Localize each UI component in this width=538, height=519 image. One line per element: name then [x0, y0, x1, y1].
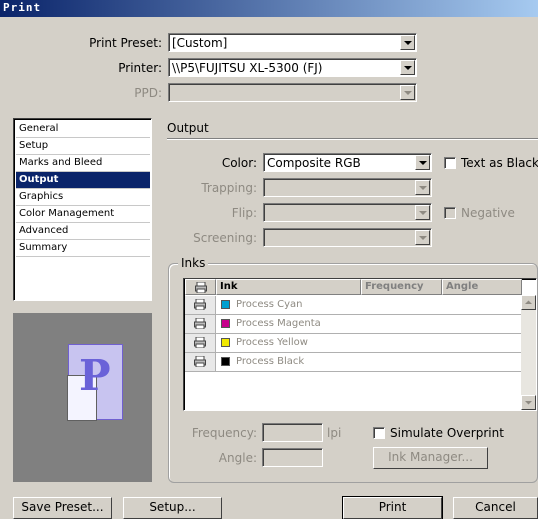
ink-row-cyan[interactable]: Process Cyan	[185, 296, 521, 315]
trapping-dropdown[interactable]	[263, 178, 432, 197]
negative-label: Negative	[461, 206, 515, 220]
print-preset-value: [Custom]	[172, 36, 228, 50]
ink-row-yellow[interactable]: Process Yellow	[185, 334, 521, 353]
printer-icon[interactable]	[194, 318, 206, 329]
screening-label: Screening:	[193, 231, 257, 245]
angle-field[interactable]	[262, 448, 323, 467]
header-angle[interactable]: Angle	[442, 279, 522, 295]
trapping-label: Trapping:	[201, 181, 257, 195]
ink-name: Process Yellow	[236, 337, 308, 348]
text-as-black-checkbox[interactable]	[444, 157, 456, 169]
ink-row-magenta[interactable]: Process Magenta	[185, 315, 521, 334]
angle-label: Angle:	[218, 451, 257, 465]
print-preset-label: Print Preset:	[89, 36, 162, 50]
print-preset-dropdown[interactable]: [Custom]	[168, 33, 417, 52]
text-as-black-label: Text as Black	[461, 156, 538, 170]
printer-value: \\P5\FUJITSU XL-5300 (FJ)	[172, 61, 323, 75]
simulate-overprint-label: Simulate Overprint	[390, 426, 504, 440]
sidebar-item-marks-and-bleed[interactable]: Marks and Bleed	[16, 155, 150, 172]
preview-glyph: P	[79, 351, 111, 400]
chevron-down-icon[interactable]	[415, 180, 430, 195]
flip-dropdown[interactable]	[263, 203, 432, 222]
sidebar-item-advanced[interactable]: Advanced	[16, 223, 150, 240]
ppd-label: PPD:	[134, 86, 162, 100]
printer-label: Printer:	[118, 61, 162, 75]
ink-swatch-cyan	[221, 300, 230, 309]
header-ink[interactable]: Ink	[216, 279, 361, 295]
ink-name: Process Black	[236, 356, 305, 367]
lpi-unit-label: lpi	[327, 426, 342, 440]
scroll-down-button[interactable]	[521, 395, 536, 410]
chevron-down-icon[interactable]	[415, 205, 430, 220]
page-preview: P	[13, 313, 152, 482]
frequency-label: Frequency:	[191, 426, 257, 440]
sidebar-item-graphics[interactable]: Graphics	[16, 189, 150, 206]
chevron-down-icon[interactable]	[400, 35, 415, 50]
printer-icon[interactable]	[194, 356, 206, 367]
negative-checkbox[interactable]	[444, 207, 456, 219]
vertical-scrollbar[interactable]	[521, 295, 536, 410]
color-label: Color:	[221, 156, 257, 170]
sidebar-item-setup[interactable]: Setup	[16, 138, 150, 155]
frequency-field[interactable]	[262, 423, 323, 442]
chevron-down-icon[interactable]	[415, 230, 430, 245]
sidebar-item-color-management[interactable]: Color Management	[16, 206, 150, 223]
scroll-up-button[interactable]	[521, 295, 536, 310]
printer-icon	[195, 282, 207, 293]
ink-row-black[interactable]: Process Black	[185, 353, 521, 372]
category-list[interactable]: General Setup Marks and Bleed Output Gra…	[13, 118, 152, 301]
ink-name: Process Magenta	[236, 318, 321, 329]
chevron-down-icon[interactable]	[400, 60, 415, 75]
ink-swatch-magenta	[221, 319, 230, 328]
flip-label: Flip:	[231, 206, 257, 220]
color-value: Composite RGB	[267, 156, 361, 170]
ink-swatch-yellow	[221, 338, 230, 347]
ink-swatch-black	[221, 357, 230, 366]
sidebar-item-general[interactable]: General	[16, 121, 150, 138]
header-frequency[interactable]: Frequency	[361, 279, 442, 295]
printer-icon[interactable]	[194, 337, 206, 348]
header-print	[185, 279, 216, 295]
title-bar: Print	[0, 0, 538, 17]
sidebar-item-output[interactable]: Output	[16, 172, 150, 189]
section-divider	[167, 138, 538, 140]
arrow-down-icon	[525, 401, 532, 405]
cancel-button[interactable]: Cancel	[453, 497, 538, 519]
printer-dropdown[interactable]: \\P5\FUJITSU XL-5300 (FJ)	[168, 58, 417, 77]
inks-table[interactable]: Ink Frequency Angle Process Cyan Process…	[183, 278, 537, 411]
chevron-down-icon[interactable]	[400, 85, 415, 100]
preview-page: P	[67, 344, 123, 421]
ppd-dropdown[interactable]	[168, 83, 417, 102]
section-title-output: Output	[167, 121, 209, 135]
chevron-down-icon[interactable]	[415, 155, 430, 170]
print-button[interactable]: Print	[342, 496, 443, 519]
inks-group-label: Inks	[178, 256, 209, 270]
sidebar-item-summary[interactable]: Summary	[16, 240, 150, 257]
ink-name: Process Cyan	[236, 299, 303, 310]
save-preset-button[interactable]: Save Preset...	[13, 497, 112, 519]
arrow-up-icon	[525, 300, 532, 304]
screening-dropdown[interactable]	[263, 228, 432, 247]
color-dropdown[interactable]: Composite RGB	[263, 153, 432, 172]
printer-icon[interactable]	[194, 299, 206, 310]
window-title: Print	[3, 1, 42, 14]
ink-manager-button[interactable]: Ink Manager...	[373, 447, 488, 469]
simulate-overprint-checkbox[interactable]	[373, 427, 385, 439]
setup-button[interactable]: Setup...	[123, 497, 222, 519]
